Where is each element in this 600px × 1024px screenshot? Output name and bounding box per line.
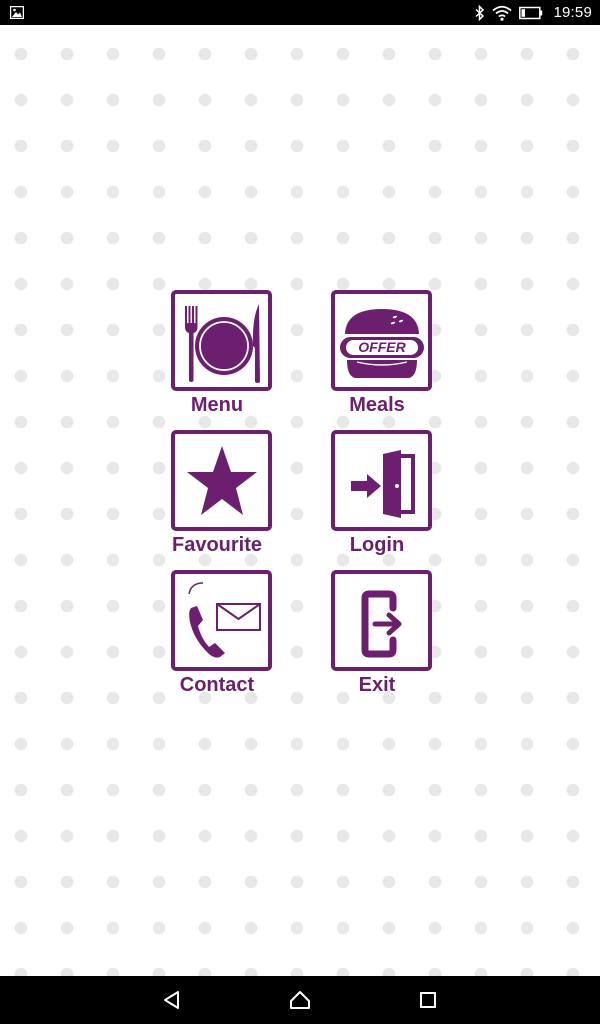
burger-offer-icon: OFFER xyxy=(339,308,424,378)
menu-tile[interactable]: Menu xyxy=(150,290,272,420)
menu-button[interactable] xyxy=(171,290,272,391)
menu-label: Menu xyxy=(190,394,244,416)
exit-tile[interactable]: Exit xyxy=(310,570,432,700)
login-tile[interactable]: Login xyxy=(310,430,432,560)
back-button[interactable] xyxy=(160,988,184,1012)
meals-button[interactable]: OFFER xyxy=(331,290,432,391)
battery-icon xyxy=(519,6,543,19)
favourite-label: Favourite xyxy=(171,534,263,556)
login-door-icon xyxy=(350,449,415,518)
bluetooth-icon xyxy=(475,4,485,21)
wifi-icon xyxy=(492,5,513,21)
image-notification-icon xyxy=(10,6,24,19)
offer-badge-text: OFFER xyxy=(358,339,406,355)
status-bar: 19:59 xyxy=(0,0,600,25)
recents-icon xyxy=(420,992,436,1008)
contact-tile[interactable]: Contact xyxy=(150,570,272,700)
login-button[interactable] xyxy=(331,430,432,531)
navigation-bar xyxy=(0,976,600,1024)
home-icon xyxy=(290,991,310,1009)
recents-button[interactable] xyxy=(416,988,440,1012)
star-icon xyxy=(186,445,257,515)
exit-button[interactable] xyxy=(331,570,432,671)
favourite-tile[interactable]: Favourite xyxy=(150,430,272,560)
clock: 19:59 xyxy=(553,4,592,21)
exit-icon xyxy=(361,590,401,657)
phone-mail-icon xyxy=(187,581,261,658)
home-button[interactable] xyxy=(288,988,312,1012)
cutlery-plate-icon xyxy=(184,303,260,383)
contact-label: Contact xyxy=(179,674,255,696)
meals-label: Meals xyxy=(349,394,405,416)
exit-label: Exit xyxy=(358,674,396,696)
back-icon xyxy=(164,991,179,1009)
contact-button[interactable] xyxy=(171,570,272,671)
main-content: Menu OFFER Meals Favourite Login Contact… xyxy=(0,25,600,976)
favourite-button[interactable] xyxy=(171,430,272,531)
login-label: Login xyxy=(349,534,405,556)
meals-tile[interactable]: OFFER Meals xyxy=(310,290,432,420)
